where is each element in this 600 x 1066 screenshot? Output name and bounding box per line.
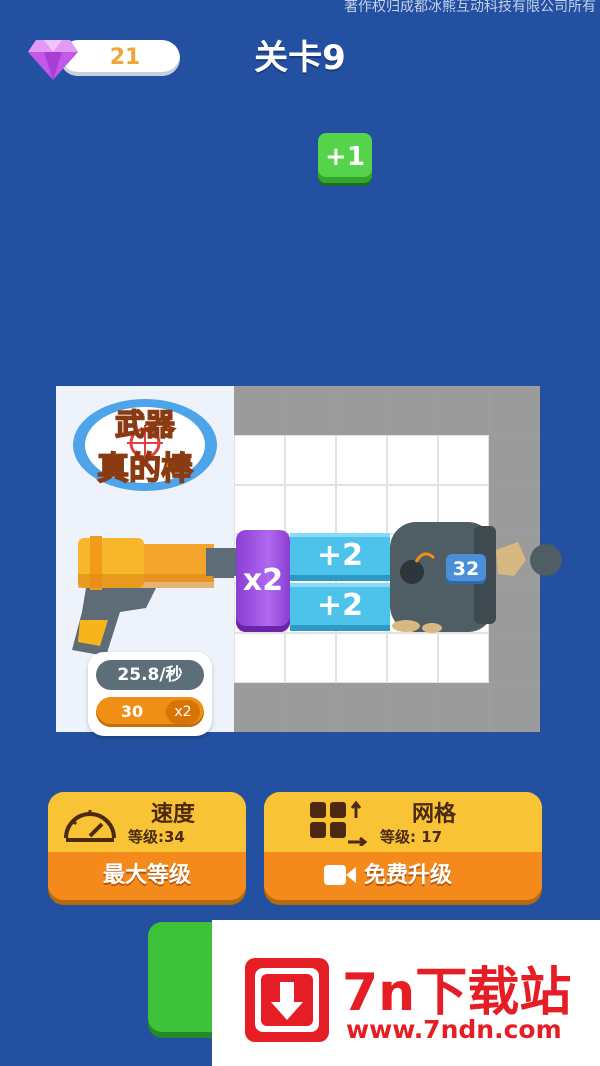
board-cell[interactable] <box>285 386 336 436</box>
board-cell[interactable] <box>336 633 387 683</box>
speedometer-icon <box>64 810 116 842</box>
grid-upgrade-title: 网格 <box>411 802 456 827</box>
diamond-icon <box>28 40 78 80</box>
board-cell[interactable] <box>387 633 438 683</box>
board-cell[interactable] <box>336 484 387 535</box>
board-cell[interactable] <box>387 386 438 436</box>
speed-upgrade-title: 速度 <box>150 802 195 827</box>
multiplier-label: x2 <box>166 700 200 724</box>
board-cell[interactable] <box>438 386 489 436</box>
video-icon <box>324 865 356 885</box>
board-cell[interactable] <box>438 682 489 732</box>
board-cell[interactable] <box>234 682 285 732</box>
board-cell[interactable] <box>387 682 438 732</box>
board-cell[interactable] <box>234 633 285 683</box>
download-arrow-icon <box>245 958 329 1042</box>
grid-upgrade-level: 等级: 17 <box>380 828 443 846</box>
board-cell[interactable] <box>336 386 387 436</box>
board-cell[interactable] <box>234 386 285 436</box>
board-cell[interactable] <box>285 435 336 485</box>
grid-upgrade-action: 免费升级 <box>364 863 453 888</box>
board-cell[interactable] <box>285 633 336 683</box>
board-cell[interactable] <box>387 435 438 485</box>
watermark-title: 7n下载站 <box>342 963 572 1023</box>
speed-upgrade-level: 等级:34 <box>128 828 185 846</box>
multiplier-value: 30 <box>120 702 144 721</box>
board-cell[interactable] <box>285 484 336 535</box>
board-cell[interactable] <box>489 682 540 732</box>
svg-text:真的棒: 真的棒 <box>97 449 194 487</box>
board-cell[interactable] <box>336 682 387 732</box>
board-cell[interactable] <box>489 633 540 683</box>
board-cell[interactable] <box>336 435 387 485</box>
board-cell[interactable] <box>438 633 489 683</box>
board-cell[interactable] <box>489 435 540 485</box>
game-logo: 武器 真的棒 <box>73 399 217 491</box>
bonus-plus-one: +1 <box>318 133 372 183</box>
board-cell[interactable] <box>234 435 285 485</box>
cannon-ammo-count: 32 <box>446 554 486 584</box>
plus-two-block[interactable]: +2 <box>290 533 390 581</box>
board-cell[interactable] <box>285 682 336 732</box>
board-cell[interactable] <box>438 435 489 485</box>
board-cell[interactable] <box>234 484 285 535</box>
svg-text:武器: 武器 <box>115 408 176 443</box>
speed-upgrade-button[interactable]: 速度 等级:34 最大等级 <box>48 792 246 900</box>
multiplier-x2-block[interactable]: x2 <box>236 530 290 632</box>
plus-two-block[interactable]: +2 <box>290 583 390 631</box>
gun-barrel-connector <box>206 548 238 576</box>
watermark-url: www.7ndn.com <box>346 1015 562 1044</box>
fire-rate: 25.8/秒 <box>96 660 204 690</box>
board-cell[interactable] <box>489 386 540 436</box>
copyright-text: 著作权归成都冰熊互动科技有限公司所有 <box>344 0 596 15</box>
level-title: 关卡9 <box>254 38 346 78</box>
grid-upgrade-button[interactable]: 网格 等级: 17 免费升级 <box>264 792 542 900</box>
grid-expand-icon <box>310 800 368 846</box>
speed-upgrade-action: 最大等级 <box>102 863 191 888</box>
